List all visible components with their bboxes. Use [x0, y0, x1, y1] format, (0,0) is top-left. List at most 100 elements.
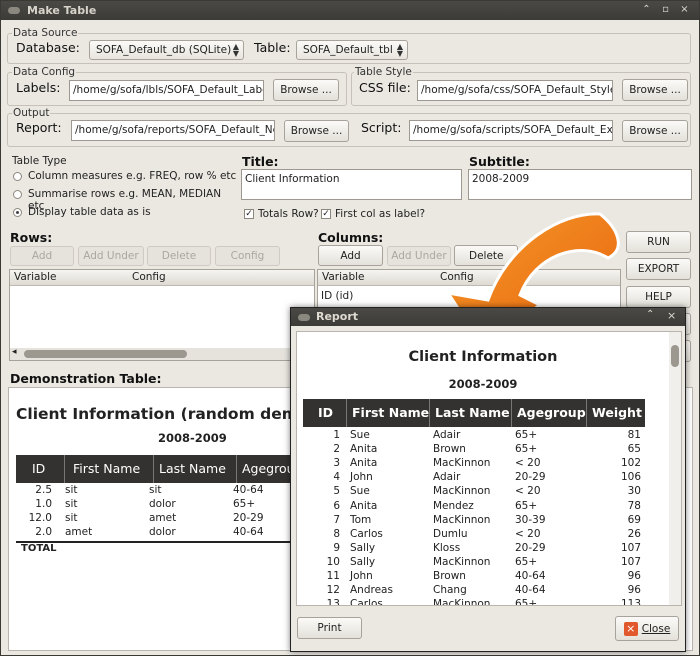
close-icon[interactable]: ×: [667, 309, 676, 322]
report-table-cell: Anita: [350, 499, 378, 512]
rows-config-button[interactable]: Config: [215, 246, 280, 266]
subtitle-field[interactable]: 2008-2009: [468, 169, 692, 200]
database-select[interactable]: SOFA_Default_db (SQLite) ▲ ▼: [89, 40, 244, 60]
table-select[interactable]: SOFA_Default_tbl ▲ ▼: [296, 40, 408, 60]
report-table-row: 7 Tom MacKinnon 30-39 69: [303, 514, 645, 528]
close-icon[interactable]: ×: [677, 3, 692, 18]
window-menu-icon[interactable]: [8, 7, 20, 14]
rows-delete-button[interactable]: Delete: [147, 246, 211, 266]
report-close-button[interactable]: × Close: [615, 616, 679, 641]
report-table-cell: 107: [620, 541, 641, 554]
report-table-cell: Sally: [350, 541, 376, 554]
report-table-cell: < 20: [515, 527, 541, 540]
report-table-cell: 8: [333, 527, 340, 540]
report-table-cell: 26: [627, 527, 641, 540]
report-table-cell: Brown: [433, 570, 466, 582]
rows-scroll-thumb[interactable]: [24, 350, 187, 358]
print-button[interactable]: Print: [297, 617, 362, 639]
report-table-cell: 69: [627, 513, 641, 526]
radio-column-measures[interactable]: Column measures e.g. FREQ, row % etc: [13, 170, 238, 184]
demo-header-cell: First Name: [73, 461, 141, 476]
rows-add-button[interactable]: Add: [10, 246, 74, 266]
title-field[interactable]: Client Information: [241, 169, 462, 200]
combo-arrows-icon: ▲ ▼: [232, 42, 239, 58]
totals-row-checkbox[interactable]: ✓ Totals Row?: [244, 208, 319, 221]
report-table-cell: 13: [326, 598, 340, 606]
columns-header-variable[interactable]: Variable: [322, 271, 365, 283]
subtitle-label: Subtitle:: [469, 154, 530, 169]
rows-scrollbar[interactable]: ◂: [10, 347, 314, 360]
help-button[interactable]: HELP: [626, 286, 691, 308]
first-col-label-checkbox[interactable]: ✓ First col as label?: [321, 208, 426, 221]
demo-table-row: 2.5 sit sit 40-64: [16, 484, 316, 498]
window-title: Make Table: [27, 4, 97, 17]
table-label: Table:: [254, 40, 291, 55]
report-table-cell: 40-64: [515, 584, 546, 597]
css-file-path-field[interactable]: /home/g/sofa/css/SOFA_Default_Style.css: [417, 80, 613, 101]
run-button[interactable]: RUN: [626, 231, 691, 253]
report-header-divider: [586, 399, 587, 427]
demo-table-row: 12.0 sit amet 20-29: [16, 512, 316, 526]
scroll-left-icon[interactable]: ◂: [12, 347, 17, 357]
report-header-cell: ID: [318, 405, 334, 420]
report-table-cell: 65+: [515, 555, 538, 568]
script-path-field[interactable]: /home/g/sofa/scripts/SOFA_Default_Export…: [409, 120, 613, 141]
columns-list-item[interactable]: ID (id): [321, 290, 353, 302]
report-table-cell: 1: [333, 429, 340, 441]
report-table-cell: < 20: [515, 457, 541, 470]
maximize-icon[interactable]: ▫: [658, 3, 673, 18]
report-table-cell: John: [350, 570, 373, 582]
radio-display-data[interactable]: Display table data as is: [13, 206, 238, 220]
rows-header-variable[interactable]: Variable: [14, 271, 57, 283]
report-table-cell: 81: [627, 429, 641, 441]
report-header-cell: First Name: [352, 405, 430, 420]
report-table-cell: 65+: [515, 443, 538, 456]
report-browse-button[interactable]: Browse ...: [284, 120, 349, 142]
report-table-cell: Mendez: [433, 499, 474, 512]
report-scroll-thumb[interactable]: [671, 345, 679, 367]
report-scrollbar[interactable]: [669, 332, 681, 605]
demo-table-cell: dolor: [149, 498, 176, 510]
close-button-label: Close: [641, 622, 671, 635]
demo-header-cell: ID: [32, 461, 46, 476]
report-table-cell: < 20: [515, 485, 541, 498]
report-table-row: 1 Sue Adair 65+ 81: [303, 429, 645, 443]
report-table-cell: MacKinnon: [433, 485, 491, 498]
report-table-cell: 4: [333, 471, 340, 484]
window-menu-icon[interactable]: [298, 314, 310, 321]
demo-table-cell: 2.5: [35, 484, 52, 496]
report-subtitle: 2008-2009: [448, 377, 518, 391]
database-select-value: SOFA_Default_db (SQLite): [96, 44, 232, 56]
export-button[interactable]: EXPORT: [626, 258, 691, 280]
rows-list[interactable]: Variable Config ◂: [9, 269, 315, 361]
css-browse-button[interactable]: Browse ...: [622, 79, 688, 101]
report-table-cell: Sue: [350, 485, 370, 498]
rows-list-header: Variable Config: [10, 270, 314, 286]
report-table-cell: Andreas: [350, 584, 393, 597]
minimize-icon[interactable]: ⌃: [646, 309, 654, 320]
script-browse-button[interactable]: Browse ...: [622, 120, 688, 142]
report-header-divider: [511, 399, 512, 427]
radio-selected-icon: [13, 208, 22, 217]
labels-path-field[interactable]: /home/g/sofa/lbls/SOFA_Default_Labels.py: [69, 80, 264, 101]
report-table-cell: 30-39: [515, 513, 546, 526]
radio-summarise-rows[interactable]: Summarise rows e.g. MEAN, MEDIAN etc: [13, 188, 238, 212]
demo-table-cell: sit: [65, 512, 78, 524]
title-label: Title:: [242, 154, 279, 169]
report-table-row: 12 Andreas Chang 40-64 96: [303, 584, 645, 598]
report-table-cell: 96: [627, 570, 641, 582]
demo-table-cell: dolor: [149, 526, 176, 538]
report-header-cell: Last Name: [435, 405, 510, 420]
rows-header-config[interactable]: Config: [132, 271, 166, 283]
report-table-cell: Carlos: [350, 598, 383, 606]
report-path-field[interactable]: /home/g/sofa/reports/SOFA_Default_New_Re…: [71, 120, 275, 141]
minimize-icon[interactable]: ⌃: [639, 3, 654, 18]
columns-add-button[interactable]: Add: [318, 245, 383, 266]
rows-add-under-button[interactable]: Add Under: [78, 246, 144, 266]
report-table-cell: 102: [620, 457, 641, 470]
demo-table-cell: 2.0: [35, 526, 52, 538]
database-label: Database:: [16, 40, 80, 55]
checkbox-label: First col as label?: [335, 208, 426, 220]
labels-browse-button[interactable]: Browse ...: [273, 79, 339, 101]
radio-label: Column measures e.g. FREQ, row % etc: [28, 170, 237, 182]
